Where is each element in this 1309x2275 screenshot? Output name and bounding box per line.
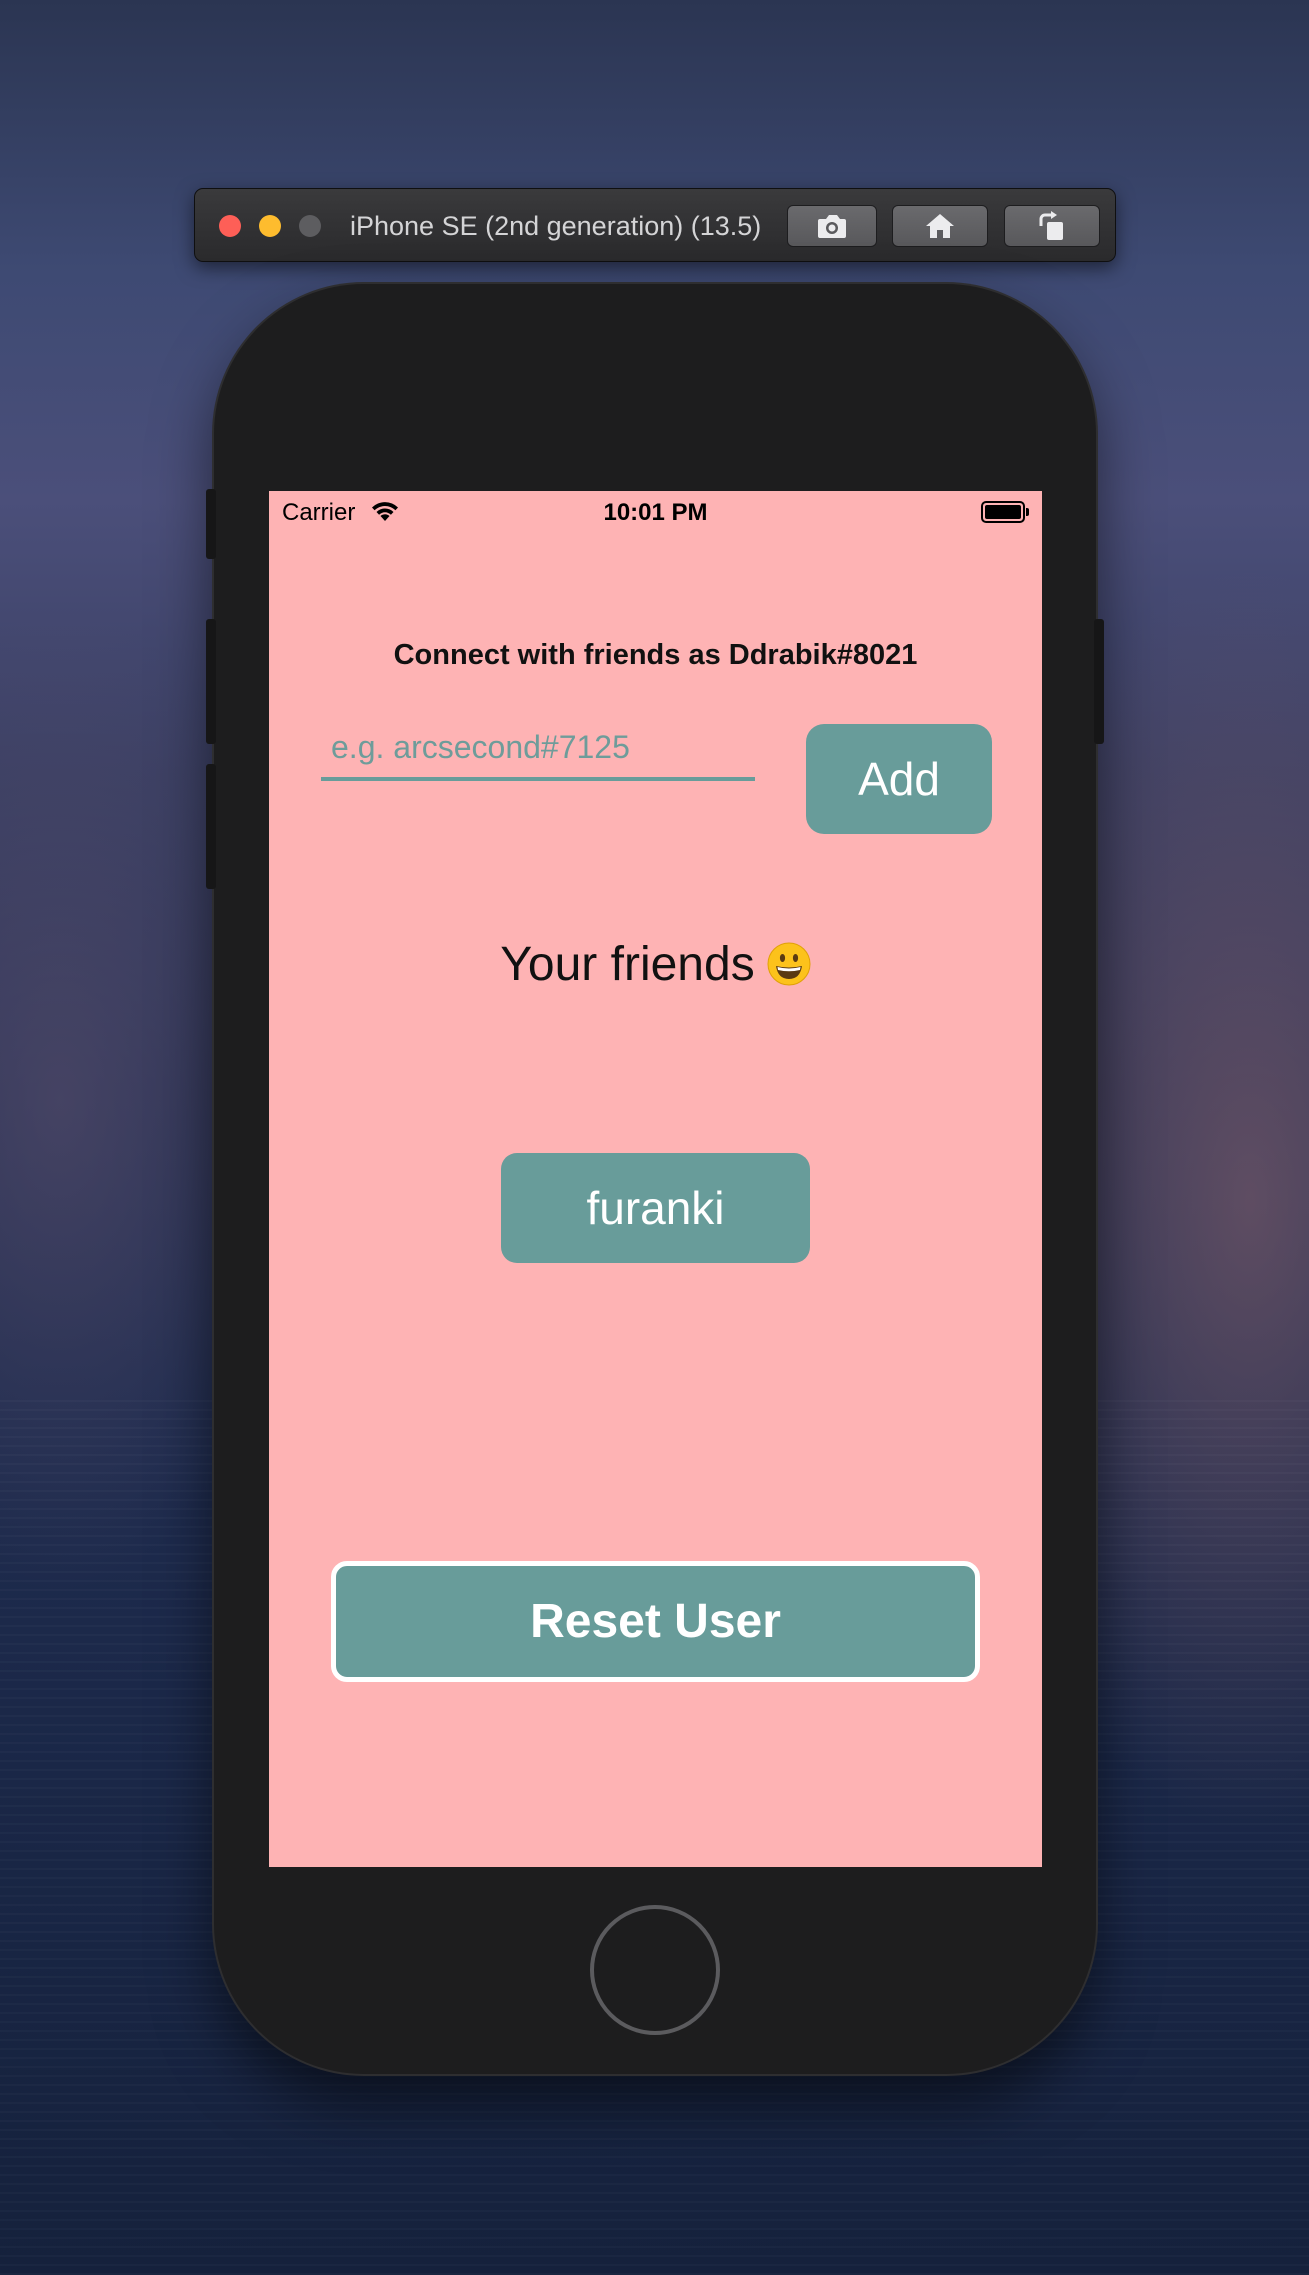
friends-heading: Your friends [269,937,1042,992]
simulator-toolbar: iPhone SE (2nd generation) (13.5) [194,188,1116,262]
connect-heading: Connect with friends as Ddrabik#8021 [393,639,918,671]
reset-user-button[interactable]: Reset User [331,1561,980,1682]
friends-title-text: Your friends [500,938,755,991]
friend-tag-input[interactable] [321,717,755,781]
home-button[interactable] [892,205,988,247]
status-bar: Carrier 10:01 PM [269,491,1042,535]
zoom-window-button[interactable] [299,215,321,237]
rotate-icon [1039,211,1063,240]
phone-screen: Carrier 10:01 PM Connect with friends as… [269,491,1042,1867]
status-time: 10:01 PM [603,499,708,526]
add-friend-button[interactable]: Add [806,724,992,834]
phone-home-button[interactable] [590,1905,720,2035]
grinning-face-icon [767,942,811,986]
volume-down-button [206,764,216,889]
battery-icon [981,501,1025,523]
friend-chip-furanki[interactable]: furanki [501,1153,810,1263]
power-button [1094,619,1104,744]
close-window-button[interactable] [219,215,241,237]
rotate-button[interactable] [1004,205,1100,247]
camera-icon [818,215,846,238]
volume-up-button [206,619,216,744]
mute-switch [206,489,216,559]
simulator-title: iPhone SE (2nd generation) (13.5) [350,211,762,241]
battery-tip [1026,508,1029,516]
minimize-window-button[interactable] [259,215,281,237]
home-icon [926,214,954,238]
screenshot-button[interactable] [787,205,877,247]
